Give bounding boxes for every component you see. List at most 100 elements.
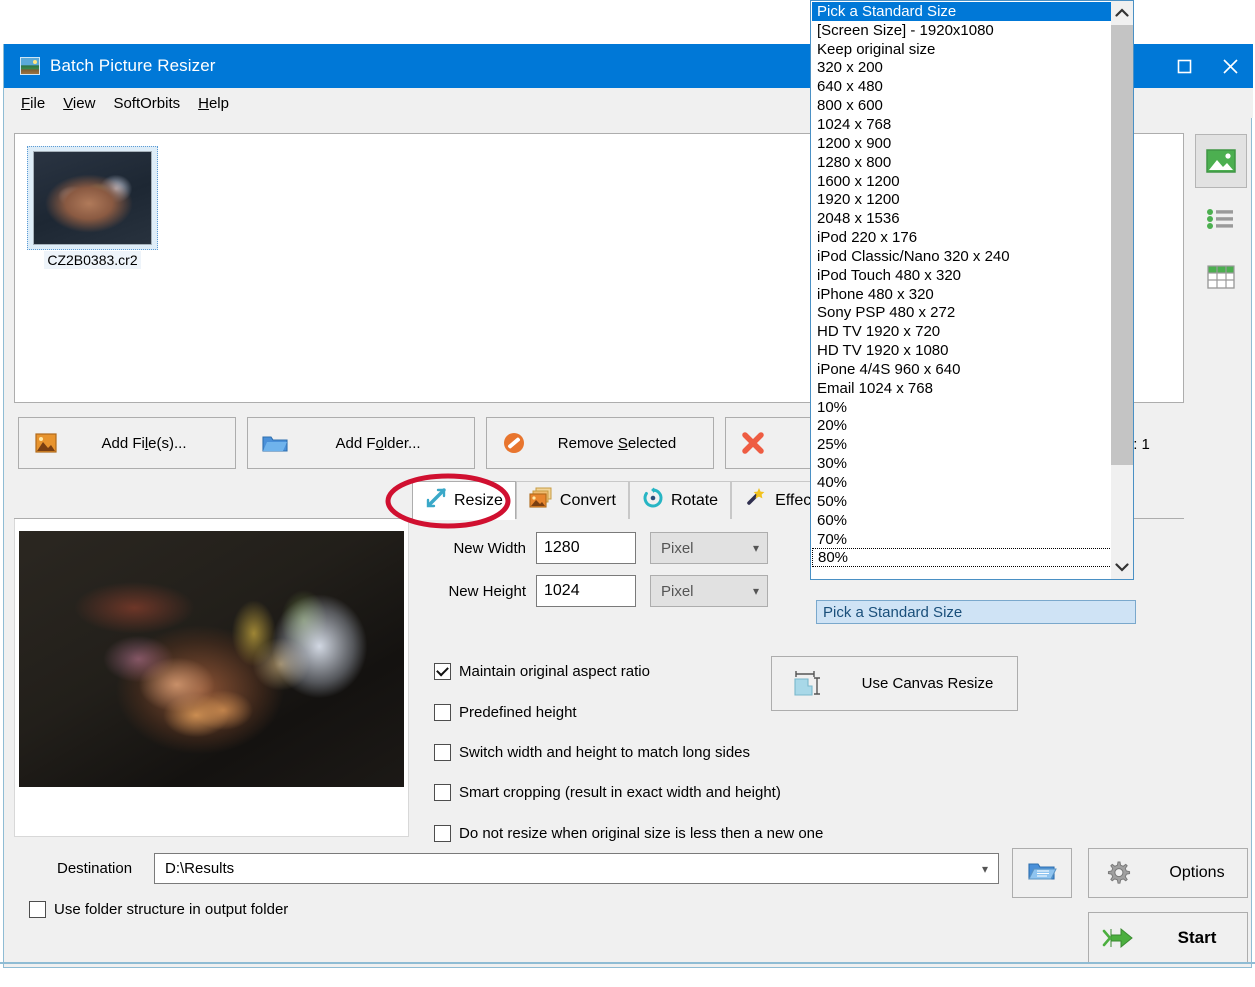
new-height-input[interactable]: 1024 — [536, 575, 636, 607]
dropdown-item[interactable]: 50% — [812, 492, 1112, 511]
dropdown-item[interactable]: Keep original size — [812, 40, 1112, 59]
destination-combo[interactable]: D:\Results ▾ — [154, 853, 999, 884]
dropdown-item-label: HD TV 1920 x 1080 — [817, 342, 948, 359]
checkbox-box[interactable] — [434, 744, 451, 761]
dropdown-item[interactable]: 800 x 600 — [812, 96, 1112, 115]
dropdown-item[interactable]: 320 x 200 — [812, 59, 1112, 78]
scrollbar-thumb[interactable] — [1111, 25, 1133, 465]
add-files-button[interactable]: Add File(s)... — [18, 417, 236, 469]
dropdown-item[interactable]: 1920 x 1200 — [812, 190, 1112, 209]
maximize-button[interactable] — [1161, 44, 1207, 88]
dropdown-item[interactable]: 80% — [812, 548, 1112, 567]
use-canvas-resize-button[interactable]: Use Canvas Resize — [771, 656, 1018, 711]
checkbox-maintain-aspect-ratio[interactable]: Maintain original aspect ratio — [434, 663, 650, 680]
remove-selected-button[interactable]: Remove Selected — [486, 417, 714, 469]
tab-resize[interactable]: Resize — [412, 481, 516, 519]
checkbox-predefined-height[interactable]: Predefined height — [434, 704, 577, 721]
dropdown-item[interactable]: iPod Classic/Nano 320 x 240 — [812, 247, 1112, 266]
dropdown-item[interactable]: 2048 x 1536 — [812, 209, 1112, 228]
checkbox-do-not-resize[interactable]: Do not resize when original size is less… — [434, 825, 823, 842]
menu-label-help-rest: elp — [209, 95, 229, 112]
width-unit-select[interactable]: Pixel ▾ — [650, 532, 768, 564]
dropdown-item[interactable]: 25% — [812, 435, 1112, 454]
checkbox-box[interactable] — [434, 704, 451, 721]
dropdown-list[interactable]: Pick a Standard Size[Screen Size] - 1920… — [812, 2, 1112, 580]
dropdown-item[interactable]: Email 1024 x 768 — [812, 379, 1112, 398]
tab-rotate[interactable]: Rotate — [629, 481, 731, 519]
add-image-icon — [29, 433, 63, 453]
close-button[interactable] — [1207, 44, 1253, 88]
start-label: Start — [1147, 928, 1247, 948]
dropdown-item[interactable]: 70% — [812, 530, 1112, 549]
standard-size-dropdown[interactable]: Pick a Standard Size[Screen Size] - 1920… — [810, 0, 1134, 580]
tab-rotate-label: Rotate — [671, 492, 718, 510]
add-folder-button[interactable]: Add Folder... — [247, 417, 475, 469]
height-unit-select[interactable]: Pixel ▾ — [650, 575, 768, 607]
browse-folder-button[interactable] — [1012, 848, 1072, 898]
checkbox-smart-cropping[interactable]: Smart cropping (result in exact width an… — [434, 784, 781, 801]
dropdown-item[interactable]: 60% — [812, 511, 1112, 530]
dropdown-item[interactable]: iPone 4/4S 960 x 640 — [812, 360, 1112, 379]
dropdown-item[interactable]: iPod Touch 480 x 320 — [812, 266, 1112, 285]
destination-label: Destination — [57, 860, 132, 877]
scroll-up-button[interactable] — [1111, 1, 1133, 25]
menu-item-view[interactable]: View — [54, 92, 104, 115]
details-view-button[interactable] — [1195, 250, 1247, 304]
dropdown-item[interactable]: 1024 x 768 — [812, 115, 1112, 134]
menu-item-softorbits[interactable]: SoftOrbits — [104, 92, 189, 115]
thumbnail-view-button[interactable] — [1195, 134, 1247, 188]
dropdown-item[interactable]: 1600 x 1200 — [812, 172, 1112, 191]
dropdown-item-label: Keep original size — [817, 41, 935, 58]
dropdown-item[interactable]: 40% — [812, 473, 1112, 492]
menu-item-help[interactable]: Help — [189, 92, 238, 115]
checkbox-box[interactable] — [29, 901, 46, 918]
resize-arrows-icon — [425, 487, 447, 514]
dropdown-item[interactable]: iPod 220 x 176 — [812, 228, 1112, 247]
dropdown-item[interactable]: HD TV 1920 x 720 — [812, 322, 1112, 341]
checkbox-label: Predefined height — [459, 704, 577, 721]
standard-size-combo[interactable]: Pick a Standard Size — [816, 600, 1136, 624]
dropdown-item[interactable]: Sony PSP 480 x 272 — [812, 304, 1112, 323]
list-item[interactable]: CZ2B0383.cr2 — [27, 146, 157, 276]
checkbox-box[interactable] — [434, 663, 451, 680]
dropdown-item[interactable]: 10% — [812, 398, 1112, 417]
dropdown-item[interactable]: 1280 x 800 — [812, 153, 1112, 172]
file-name-text: CZ2B0383.cr2 — [44, 251, 140, 269]
dropdown-item[interactable]: 30% — [812, 454, 1112, 473]
list-view-button[interactable] — [1195, 192, 1247, 246]
menu-item-file[interactable]: File — [12, 92, 54, 115]
checkbox-use-folder-structure[interactable]: Use folder structure in output folder — [29, 901, 288, 918]
checkbox-box[interactable] — [434, 784, 451, 801]
dropdown-item[interactable]: iPhone 480 x 320 — [812, 285, 1112, 304]
action-button-row: Add File(s)... Add Folder... — [18, 417, 925, 469]
options-button[interactable]: Options — [1088, 848, 1248, 898]
convert-images-icon — [529, 487, 553, 514]
scroll-down-button[interactable] — [1111, 555, 1133, 579]
new-width-input[interactable]: 1280 — [536, 532, 636, 564]
start-button[interactable]: Start — [1088, 912, 1248, 964]
dropdown-item[interactable]: 640 x 480 — [812, 77, 1112, 96]
checkbox-box[interactable] — [434, 825, 451, 842]
dropdown-scrollbar[interactable] — [1111, 1, 1133, 579]
rotate-icon — [642, 487, 664, 514]
dropdown-item[interactable]: [Screen Size] - 1920x1080 — [812, 21, 1112, 40]
tab-convert-label: Convert — [560, 492, 616, 510]
bottom-bar: Destination D:\Results ▾ — [4, 844, 1251, 922]
checkbox-label: Switch width and height to match long si… — [459, 744, 750, 761]
canvas-resize-icon — [772, 668, 838, 700]
dropdown-item[interactable]: 1200 x 900 — [812, 134, 1112, 153]
dropdown-item-label: iPod 220 x 176 — [817, 229, 917, 246]
dropdown-item-label: 60% — [817, 512, 847, 529]
preview-image — [19, 531, 404, 787]
options-label: Options — [1147, 864, 1247, 882]
tab-convert[interactable]: Convert — [516, 481, 629, 519]
dropdown-item-label: Email 1024 x 768 — [817, 380, 933, 397]
checkbox-switch-width-height[interactable]: Switch width and height to match long si… — [434, 744, 750, 761]
dropdown-item-label: 30% — [817, 455, 847, 472]
remove-selected-label: Remove Selected — [531, 435, 703, 452]
dropdown-item[interactable]: Pick a Standard Size — [812, 2, 1112, 21]
dropdown-item-label: Pick a Standard Size — [817, 3, 956, 20]
dropdown-item[interactable]: 20% — [812, 417, 1112, 436]
dropdown-item[interactable]: HD TV 1920 x 1080 — [812, 341, 1112, 360]
chevron-down-icon — [1115, 562, 1129, 572]
